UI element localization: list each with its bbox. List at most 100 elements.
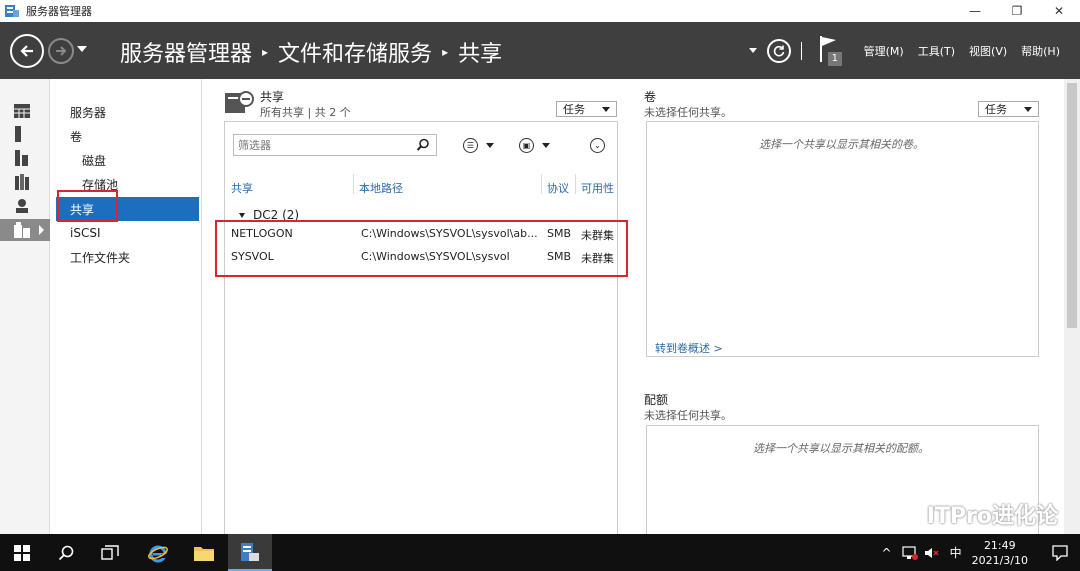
- chevron-down-icon: [602, 106, 610, 112]
- collapse-triangle-icon: [239, 212, 245, 218]
- volume-tile-title: 卷: [644, 90, 657, 104]
- close-button[interactable]: ✕: [1038, 0, 1080, 22]
- rail-all-servers[interactable]: [0, 147, 50, 169]
- server-manager-taskbar-button[interactable]: [228, 534, 272, 571]
- internet-explorer-icon: [148, 545, 168, 562]
- column-divider: [353, 174, 354, 194]
- column-header-availability[interactable]: 可用性: [581, 180, 617, 196]
- search-icon[interactable]: [416, 138, 430, 152]
- column-divider: [541, 174, 542, 194]
- main-content: 共享 所有共享 | 共 2 个 任务 ☰ ▣ ⌄ 共享 本地路径 协议: [202, 79, 1080, 534]
- go-to-volumes-link[interactable]: 转到卷概述 >: [655, 340, 723, 356]
- local-server-icon: [15, 126, 21, 142]
- window-title: 服务器管理器: [26, 5, 92, 18]
- header-bar: 服务器管理器 ▸ 文件和存储服务 ▸ 共享 1 管理(M) 工具(T) 视图(V…: [0, 22, 1080, 79]
- column-divider: [575, 174, 576, 194]
- dns-icon: [16, 199, 28, 213]
- rail-file-storage[interactable]: [0, 219, 50, 241]
- quota-tile-subtitle: 未选择任何共享。: [644, 409, 732, 422]
- save-query-button[interactable]: ▣: [519, 138, 550, 153]
- chevron-up-icon[interactable]: ^: [882, 546, 892, 560]
- server-manager-icon: [5, 5, 19, 17]
- system-tray: ^ 中 21:49 2021/3/10: [882, 534, 1080, 571]
- volume-panel: 选择一个共享以显示其相关的卷。 转到卷概述 >: [646, 121, 1039, 357]
- server-manager-icon: [241, 542, 259, 561]
- column-header-local-path[interactable]: 本地路径: [359, 180, 403, 196]
- forward-button[interactable]: [48, 38, 74, 64]
- shares-panel: ☰ ▣ ⌄ 共享 本地路径 协议 可用性 DC2 (2) NETLOGON C:…: [224, 121, 618, 534]
- volume-tasks-button[interactable]: 任务: [978, 101, 1039, 117]
- ad-ds-icon: [15, 174, 29, 190]
- volume-empty-message: 选择一个共享以显示其相关的卷。: [759, 138, 924, 151]
- search-button[interactable]: [44, 534, 88, 571]
- list-view-button[interactable]: ☰: [463, 138, 494, 153]
- folder-icon: [194, 546, 214, 561]
- ie-taskbar-button[interactable]: [136, 534, 180, 571]
- notification-icon: [1052, 544, 1068, 561]
- filter-box: [233, 134, 437, 156]
- shares-tile-subtitle: 所有共享 | 共 2 个: [260, 106, 351, 119]
- menu-manage[interactable]: 管理(M): [864, 43, 904, 59]
- breadcrumb-shares[interactable]: 共享: [458, 36, 502, 68]
- task-view-icon: [101, 544, 119, 560]
- file-explorer-taskbar-button[interactable]: [182, 534, 226, 571]
- subnav-item-iscsi[interactable]: iSCSI: [56, 221, 199, 245]
- rail-ad-ds[interactable]: [0, 171, 50, 193]
- subnav-item-work-folders[interactable]: 工作文件夹: [56, 245, 199, 269]
- chevron-down-icon: [1024, 106, 1032, 112]
- menu-tools[interactable]: 工具(T): [918, 43, 955, 59]
- watermark-text: ITPro进化论: [926, 504, 1058, 529]
- scrollbar-thumb[interactable]: [1067, 83, 1077, 328]
- notifications-button[interactable]: 1: [818, 34, 844, 68]
- rail-dashboard[interactable]: [0, 100, 50, 122]
- clock[interactable]: 21:49 2021/3/10: [972, 538, 1028, 568]
- chevron-down-icon: [542, 143, 550, 148]
- shares-tasks-button[interactable]: 任务: [556, 101, 617, 117]
- minimize-button[interactable]: —: [954, 0, 996, 22]
- arrow-left-icon: [20, 45, 33, 57]
- breadcrumb-server-manager[interactable]: 服务器管理器: [120, 36, 252, 68]
- quota-tile-title: 配额: [644, 393, 669, 407]
- breadcrumb: 服务器管理器 ▸ 文件和存储服务 ▸ 共享: [120, 36, 502, 68]
- notification-count: 1: [831, 52, 839, 64]
- vertical-scrollbar[interactable]: [1064, 79, 1080, 534]
- title-bar: 服务器管理器 — ❐ ✕: [0, 0, 1080, 22]
- watermark: ITPro进化论: [887, 498, 1058, 530]
- column-header-protocol[interactable]: 协议: [547, 180, 569, 196]
- rail-local-server[interactable]: [0, 123, 50, 145]
- restore-button[interactable]: ❐: [996, 0, 1038, 22]
- highlight-box-shares-nav: [57, 190, 118, 222]
- flag-icon: [819, 35, 842, 66]
- save-icon: ▣: [519, 138, 534, 153]
- breadcrumb-separator-icon: ▸: [262, 45, 269, 59]
- wechat-icon: [887, 502, 919, 525]
- volume-muted-icon[interactable]: [924, 546, 940, 560]
- subnav-item-servers[interactable]: 服务器: [56, 100, 199, 124]
- all-servers-icon: [15, 150, 28, 166]
- clock-time: 21:49: [983, 538, 1016, 552]
- subnav-item-volumes[interactable]: 卷: [56, 124, 199, 148]
- breadcrumb-file-storage[interactable]: 文件和存储服务: [278, 36, 432, 68]
- filter-input[interactable]: [238, 138, 408, 152]
- icon-rail: [0, 79, 50, 534]
- shares-tasks-label: 任务: [563, 103, 585, 116]
- menu-help[interactable]: 帮助(H): [1021, 43, 1060, 59]
- history-dropdown[interactable]: [77, 46, 87, 52]
- menu-view[interactable]: 视图(V): [969, 43, 1007, 59]
- search-icon: [58, 545, 74, 560]
- shares-tile-title: 共享: [260, 90, 285, 104]
- action-center-button[interactable]: [1040, 534, 1080, 571]
- expand-filter-button[interactable]: ⌄: [590, 138, 605, 153]
- subnav-item-disks[interactable]: 磁盘: [56, 148, 199, 172]
- expand-icon: ⌄: [590, 138, 605, 153]
- back-button[interactable]: [10, 34, 44, 68]
- refresh-button[interactable]: [766, 38, 791, 63]
- input-method-indicator[interactable]: 中: [950, 544, 962, 561]
- network-icon[interactable]: [901, 545, 918, 560]
- rail-dns[interactable]: [0, 195, 50, 217]
- task-view-button[interactable]: [88, 534, 132, 571]
- breadcrumb-separator-icon: ▸: [442, 45, 449, 59]
- header-dropdown[interactable]: [748, 48, 757, 53]
- column-header-share[interactable]: 共享: [231, 180, 253, 196]
- start-button[interactable]: [0, 534, 44, 571]
